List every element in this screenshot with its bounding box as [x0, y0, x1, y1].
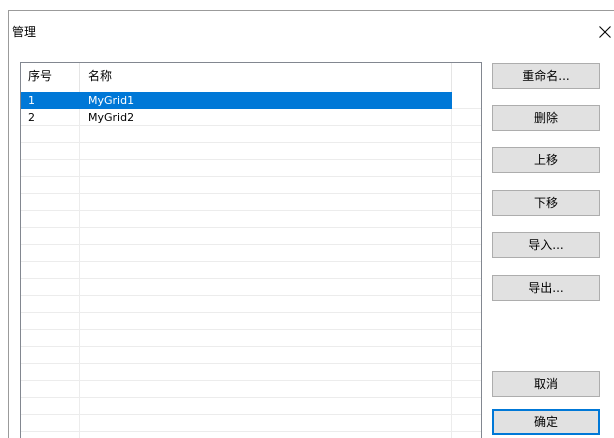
dialog-window: 管理 序号 名称 1 MyGrid1 2 MyGrid2 重命名... 删除 上… — [8, 10, 614, 438]
dialog-title: 管理 — [12, 25, 37, 39]
column-header-index[interactable]: 序号 — [21, 63, 80, 92]
export-button[interactable]: 导出... — [492, 275, 600, 301]
column-gridline — [79, 92, 80, 438]
column-header-name[interactable]: 名称 — [80, 63, 452, 92]
list-row[interactable]: 1 MyGrid1 — [21, 92, 452, 109]
import-button[interactable]: 导入... — [492, 232, 600, 258]
cell-index: 1 — [28, 94, 35, 107]
delete-button[interactable]: 删除 — [492, 105, 600, 131]
list-body[interactable]: 1 MyGrid1 2 MyGrid2 — [21, 92, 481, 438]
cancel-button[interactable]: 取消 — [492, 371, 600, 397]
list-row[interactable]: 2 MyGrid2 — [21, 109, 452, 126]
cell-name: MyGrid1 — [88, 94, 135, 107]
close-icon — [599, 26, 611, 38]
grid-list[interactable]: 序号 名称 1 MyGrid1 2 MyGrid2 — [20, 62, 482, 438]
close-button[interactable] — [597, 24, 613, 40]
move-down-button[interactable]: 下移 — [492, 190, 600, 216]
ok-button[interactable]: 确定 — [492, 409, 600, 435]
move-up-button[interactable]: 上移 — [492, 147, 600, 173]
title-bar[interactable]: 管理 — [9, 11, 614, 51]
column-header-filler — [452, 63, 481, 92]
list-header: 序号 名称 — [21, 63, 481, 92]
cell-name: MyGrid2 — [88, 111, 135, 124]
column-gridline — [451, 92, 452, 438]
rename-button[interactable]: 重命名... — [492, 63, 600, 89]
cell-index: 2 — [28, 111, 35, 124]
